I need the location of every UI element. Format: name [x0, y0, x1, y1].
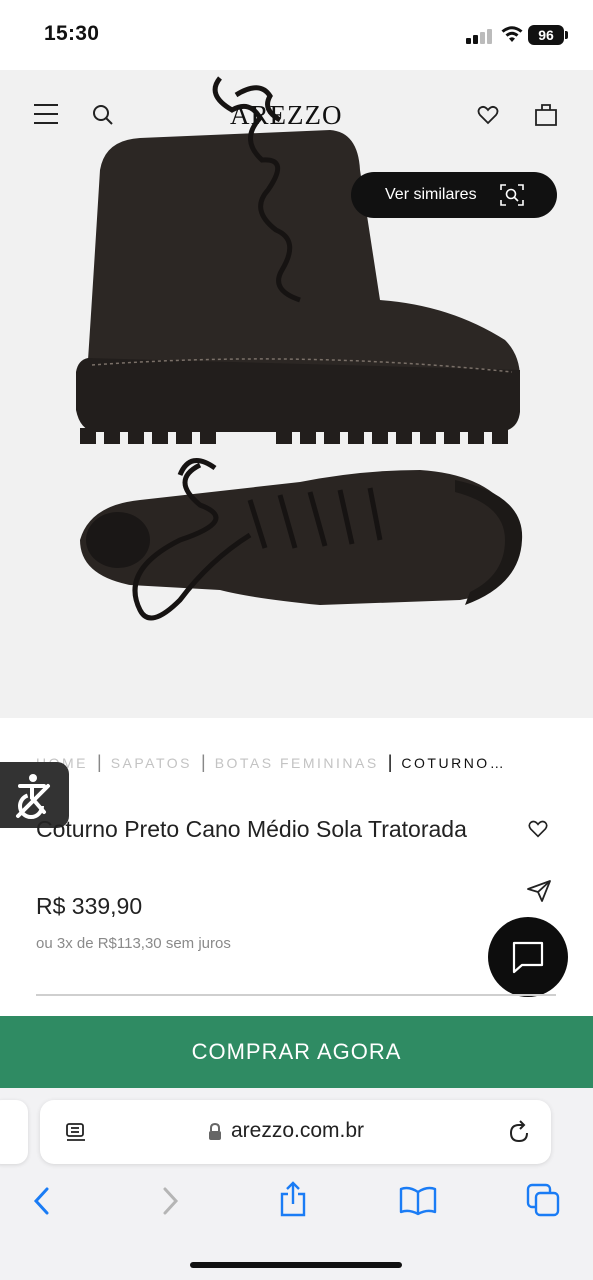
bag-icon[interactable]	[533, 101, 559, 127]
boot-illustration	[76, 76, 523, 621]
menu-icon[interactable]	[34, 104, 58, 126]
installments-info: ou 3x de R$113,30 sem juros	[36, 935, 231, 952]
similar-products-label: Ver similares	[385, 186, 477, 203]
breadcrumb: HOME|SAPATOS|BOTAS FEMININAS|COTURNO…	[36, 752, 556, 774]
forward-icon[interactable]	[158, 1186, 182, 1216]
lock-icon	[209, 1123, 221, 1140]
previous-tab[interactable]	[0, 1100, 28, 1164]
product-price: R$ 339,90	[36, 893, 143, 919]
reader-icon[interactable]	[64, 1121, 88, 1145]
search-icon[interactable]	[92, 104, 114, 126]
url-text[interactable]: arezzo.com.br	[231, 1119, 364, 1143]
bookmarks-icon[interactable]	[399, 1186, 437, 1216]
share-icon[interactable]	[526, 879, 552, 903]
back-icon[interactable]	[30, 1186, 54, 1216]
status-time: 15:30	[44, 22, 100, 45]
home-indicator	[190, 1262, 402, 1268]
breadcrumb-sapatos[interactable]: SAPATOS	[111, 755, 192, 771]
divider	[36, 994, 556, 996]
battery-indicator: 96	[528, 25, 564, 45]
signal-icon	[466, 28, 494, 44]
favorite-icon[interactable]	[527, 818, 549, 840]
chat-button[interactable]	[488, 917, 568, 997]
brand-logo[interactable]: AREZZO	[230, 100, 342, 131]
buy-now-button[interactable]: COMPRAR AGORA	[0, 1016, 593, 1088]
similar-products-button[interactable]: Ver similares	[351, 172, 557, 218]
tabs-icon[interactable]	[526, 1183, 562, 1219]
status-bar: 15:30 96	[0, 0, 593, 70]
product-title: Coturno Preto Cano Médio Sola Tratorada	[36, 816, 467, 842]
product-image[interactable]	[0, 70, 593, 718]
wifi-icon	[501, 26, 523, 42]
share-sheet-icon[interactable]	[278, 1180, 308, 1218]
breadcrumb-botas-femininas[interactable]: BOTAS FEMININAS	[215, 755, 379, 771]
breadcrumb-current: COTURNO…	[401, 755, 507, 771]
heart-icon[interactable]	[476, 103, 500, 127]
scan-search-icon	[500, 184, 524, 206]
battery-tip	[565, 31, 568, 39]
reload-icon[interactable]	[507, 1119, 531, 1145]
chat-icon	[512, 941, 544, 974]
